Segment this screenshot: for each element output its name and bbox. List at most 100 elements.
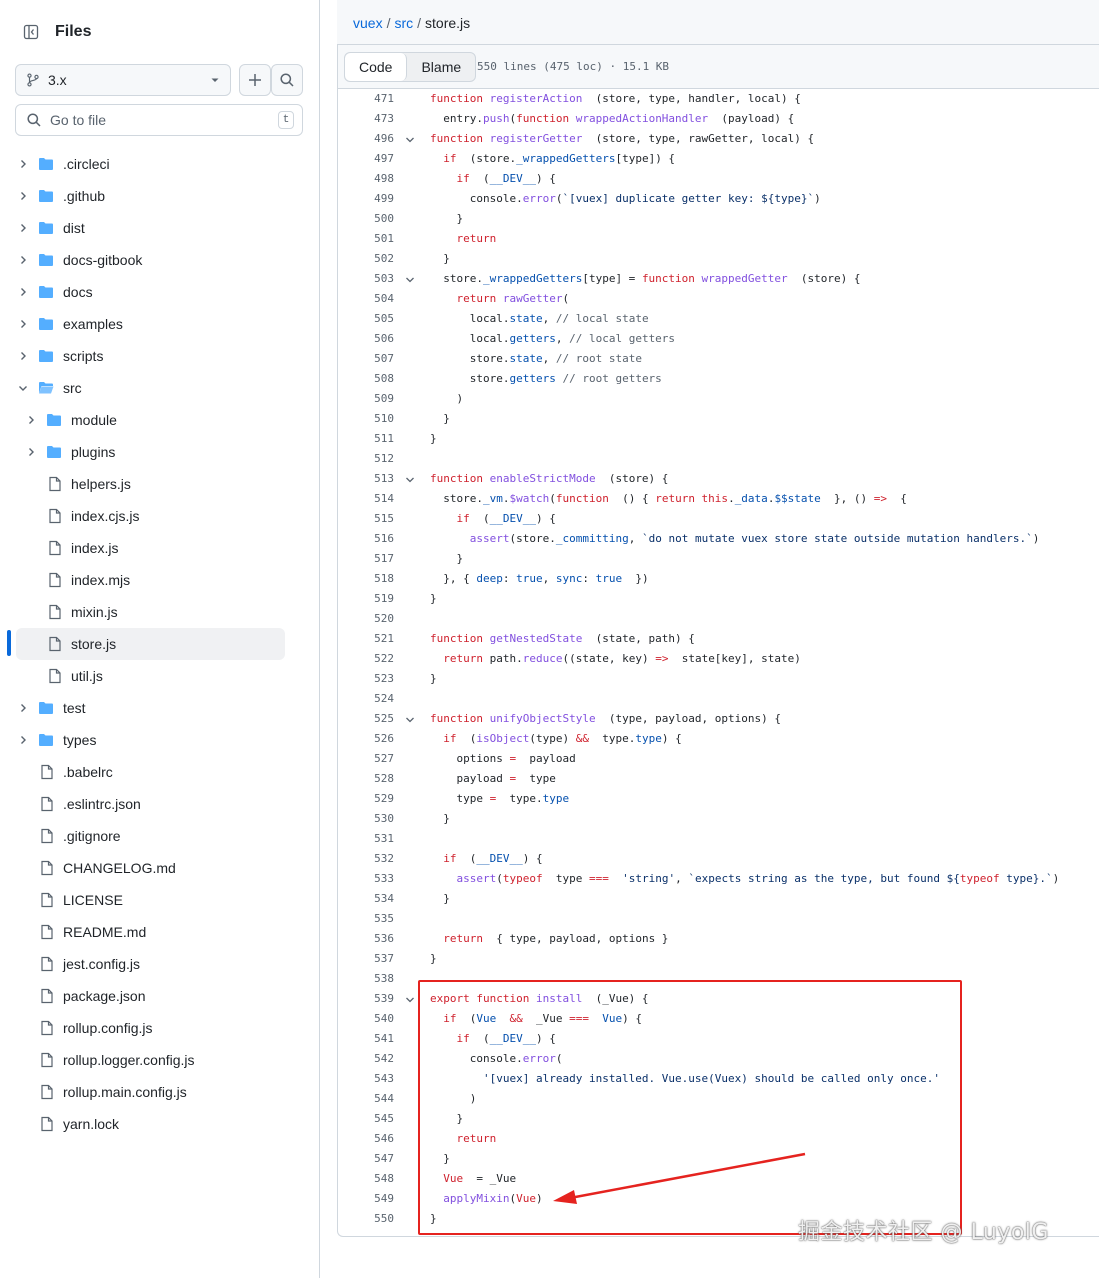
chevron-right-icon[interactable]	[17, 318, 29, 330]
line-number[interactable]: 498	[338, 169, 394, 189]
line-number[interactable]: 520	[338, 609, 394, 629]
branch-selector[interactable]: 3.x	[15, 64, 231, 96]
tree-file[interactable]: store.js	[16, 628, 285, 660]
line-number[interactable]: 542	[338, 1049, 394, 1069]
tree-file[interactable]: CHANGELOG.md	[0, 852, 320, 884]
tree-file[interactable]: yarn.lock	[0, 1108, 320, 1140]
line-number[interactable]: 496	[338, 129, 394, 149]
tree-file[interactable]: mixin.js	[0, 596, 320, 628]
line-number[interactable]: 547	[338, 1149, 394, 1169]
line-number[interactable]: 521	[338, 629, 394, 649]
line-number[interactable]: 535	[338, 909, 394, 929]
line-number[interactable]: 532	[338, 849, 394, 869]
tree-file[interactable]: rollup.logger.config.js	[0, 1044, 320, 1076]
chevron-right-icon[interactable]	[17, 734, 29, 746]
tree-folder[interactable]: plugins	[0, 436, 320, 468]
fold-chevron-icon[interactable]	[404, 273, 416, 285]
line-number[interactable]: 540	[338, 1009, 394, 1029]
collapse-sidebar-button[interactable]	[16, 18, 46, 46]
tree-folder[interactable]: docs-gitbook	[0, 244, 320, 276]
chevron-down-icon[interactable]	[17, 382, 29, 394]
fold-chevron-icon[interactable]	[404, 133, 416, 145]
tree-folder[interactable]: module	[0, 404, 320, 436]
line-number[interactable]: 503	[338, 269, 394, 289]
line-number[interactable]: 530	[338, 809, 394, 829]
tree-file[interactable]: LICENSE	[0, 884, 320, 916]
chevron-right-icon[interactable]	[25, 446, 37, 458]
go-to-file-field[interactable]: t	[15, 104, 303, 136]
line-number[interactable]: 534	[338, 889, 394, 909]
line-number[interactable]: 508	[338, 369, 394, 389]
line-number[interactable]: 497	[338, 149, 394, 169]
line-number[interactable]: 550	[338, 1209, 394, 1229]
line-number[interactable]: 511	[338, 429, 394, 449]
line-number[interactable]: 549	[338, 1189, 394, 1209]
tree-file[interactable]: index.cjs.js	[0, 500, 320, 532]
line-number[interactable]: 505	[338, 309, 394, 329]
line-number[interactable]: 537	[338, 949, 394, 969]
fold-chevron-icon[interactable]	[404, 993, 416, 1005]
line-number[interactable]: 501	[338, 229, 394, 249]
tree-folder[interactable]: docs	[0, 276, 320, 308]
line-number[interactable]: 499	[338, 189, 394, 209]
line-number[interactable]: 522	[338, 649, 394, 669]
line-number[interactable]: 543	[338, 1069, 394, 1089]
tree-file[interactable]: README.md	[0, 916, 320, 948]
tree-folder[interactable]: dist	[0, 212, 320, 244]
chevron-right-icon[interactable]	[17, 222, 29, 234]
tree-file[interactable]: jest.config.js	[0, 948, 320, 980]
chevron-right-icon[interactable]	[17, 254, 29, 266]
tree-file[interactable]: helpers.js	[0, 468, 320, 500]
line-number[interactable]: 517	[338, 549, 394, 569]
tree-file[interactable]: rollup.config.js	[0, 1012, 320, 1044]
line-number[interactable]: 525	[338, 709, 394, 729]
chevron-right-icon[interactable]	[17, 190, 29, 202]
fold-chevron-icon[interactable]	[404, 713, 416, 725]
tree-file[interactable]: .gitignore	[0, 820, 320, 852]
line-number[interactable]: 545	[338, 1109, 394, 1129]
add-file-button[interactable]	[239, 64, 271, 96]
tree-folder[interactable]: test	[0, 692, 320, 724]
line-number[interactable]: 539	[338, 989, 394, 1009]
line-number[interactable]: 533	[338, 869, 394, 889]
line-number[interactable]: 514	[338, 489, 394, 509]
tree-file[interactable]: rollup.main.config.js	[0, 1076, 320, 1108]
chevron-right-icon[interactable]	[25, 414, 37, 426]
line-number[interactable]: 544	[338, 1089, 394, 1109]
line-number[interactable]: 506	[338, 329, 394, 349]
tree-file[interactable]: util.js	[0, 660, 320, 692]
line-number[interactable]: 519	[338, 589, 394, 609]
breadcrumb-repo-link[interactable]: vuex	[353, 15, 383, 31]
fold-chevron-icon[interactable]	[404, 473, 416, 485]
breadcrumb-dir-link[interactable]: src	[394, 15, 413, 31]
line-number[interactable]: 516	[338, 529, 394, 549]
line-number[interactable]: 504	[338, 289, 394, 309]
line-number[interactable]: 536	[338, 929, 394, 949]
tree-folder[interactable]: .github	[0, 180, 320, 212]
tree-file[interactable]: package.json	[0, 980, 320, 1012]
line-number[interactable]: 518	[338, 569, 394, 589]
tree-folder[interactable]: src	[0, 372, 320, 404]
code-tab[interactable]: Code	[345, 53, 408, 81]
line-number[interactable]: 502	[338, 249, 394, 269]
tree-file[interactable]: .babelrc	[0, 756, 320, 788]
line-number[interactable]: 515	[338, 509, 394, 529]
tree-folder[interactable]: scripts	[0, 340, 320, 372]
tree-folder[interactable]: types	[0, 724, 320, 756]
tree-folder[interactable]: examples	[0, 308, 320, 340]
tree-file[interactable]: .eslintrc.json	[0, 788, 320, 820]
line-number[interactable]: 507	[338, 349, 394, 369]
line-number[interactable]: 538	[338, 969, 394, 989]
line-number[interactable]: 524	[338, 689, 394, 709]
search-code-button[interactable]	[271, 64, 303, 96]
line-number[interactable]: 546	[338, 1129, 394, 1149]
chevron-right-icon[interactable]	[17, 702, 29, 714]
line-number[interactable]: 531	[338, 829, 394, 849]
chevron-right-icon[interactable]	[17, 158, 29, 170]
tree-file[interactable]: index.mjs	[0, 564, 320, 596]
line-number[interactable]: 473	[338, 109, 394, 129]
line-number[interactable]: 510	[338, 409, 394, 429]
line-number[interactable]: 523	[338, 669, 394, 689]
line-number[interactable]: 500	[338, 209, 394, 229]
tree-file[interactable]: index.js	[0, 532, 320, 564]
